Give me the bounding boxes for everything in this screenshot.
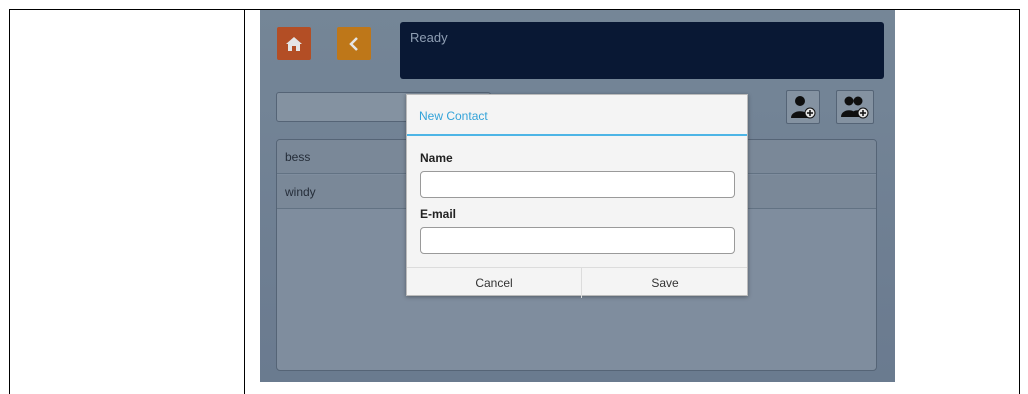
table-column-divider: [244, 9, 245, 394]
table-border-left: [9, 9, 10, 394]
dialog-title: New Contact: [419, 109, 488, 123]
cancel-button[interactable]: Cancel: [407, 268, 581, 298]
dialog-title-divider: [407, 134, 747, 136]
name-field[interactable]: [420, 171, 735, 198]
email-label: E-mail: [420, 207, 457, 221]
save-button[interactable]: Save: [582, 268, 748, 298]
email-field[interactable]: [420, 227, 735, 254]
table-border-right: [1019, 9, 1020, 394]
new-contact-dialog: New Contact Name E-mail Cancel Save: [406, 94, 748, 298]
name-label: Name: [420, 151, 453, 165]
dialog-button-bar: Cancel Save: [407, 267, 748, 298]
